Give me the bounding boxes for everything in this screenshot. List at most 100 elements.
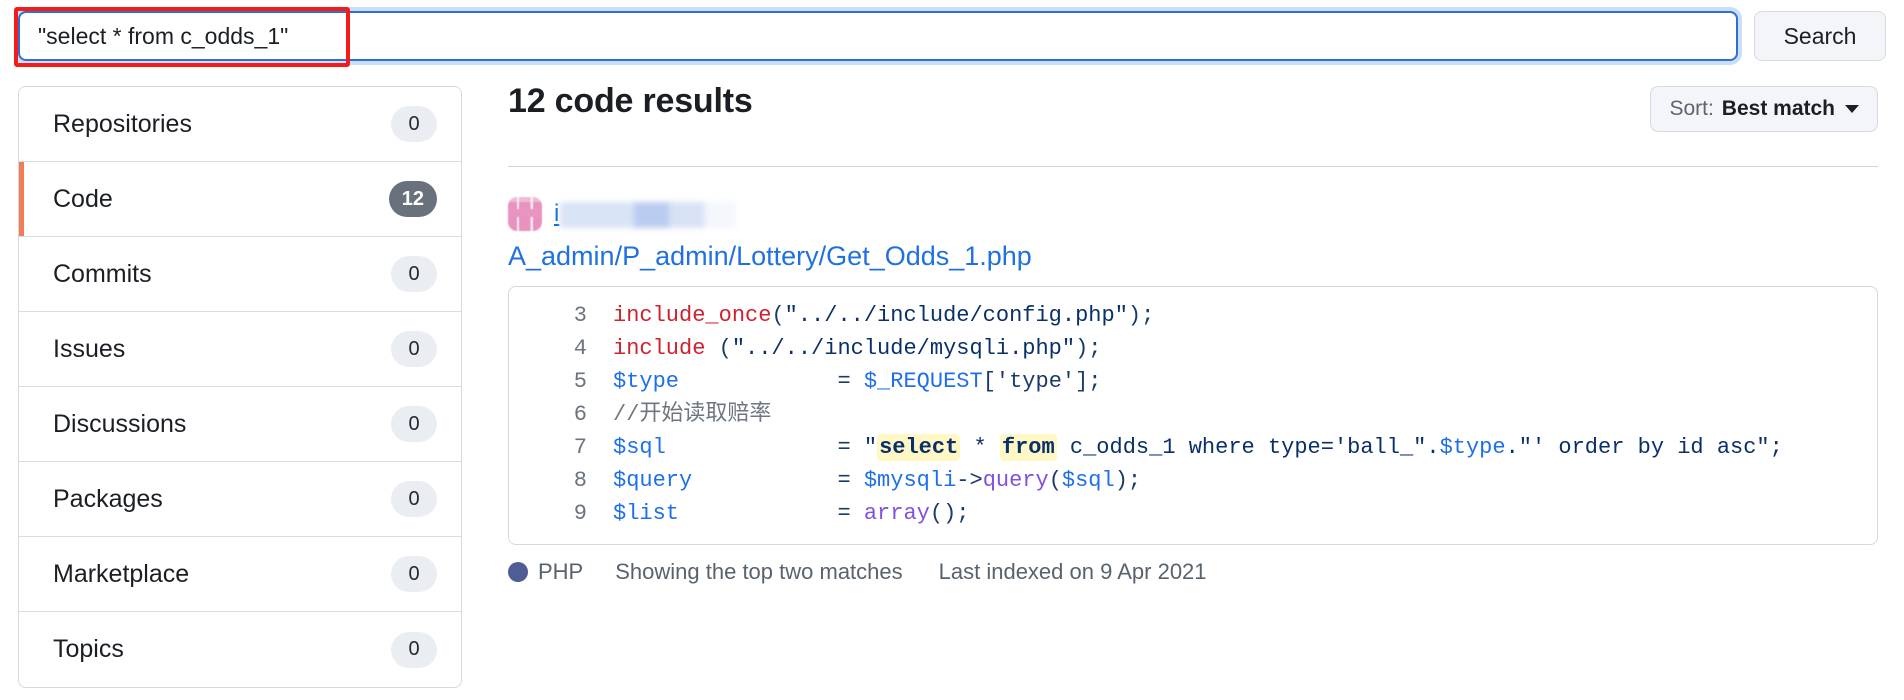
code-token: ();	[929, 501, 970, 526]
sort-label: Sort:	[1669, 97, 1714, 120]
search-filters-sidebar: Repositories 0 Code 12 Commits 0 Issues 0 Discus…	[18, 86, 462, 688]
search-button[interactable]: Search	[1754, 11, 1886, 61]
code-token: $query	[613, 468, 693, 493]
code-token: "../../include/mysqli.php"	[731, 336, 1076, 361]
sidebar-item-label: Repositories	[53, 109, 192, 138]
code-line-content: $query = $mysqli->query($sql);	[613, 464, 1859, 497]
sort-dropdown-button[interactable]: Sort: Best match	[1650, 86, 1878, 132]
code-line-content: include_once("../../include/config.php")…	[613, 299, 1859, 332]
code-line-content: //开始读取赔率	[613, 398, 1859, 431]
repository-line: i	[508, 193, 1878, 235]
showing-matches-text: Showing the top two matches	[615, 559, 903, 584]
header-divider	[508, 166, 1878, 167]
code-line-content: $type = $_REQUEST['type'];	[613, 365, 1859, 398]
sidebar-item-label: Issues	[53, 334, 126, 363]
code-token: "	[863, 435, 878, 460]
search-bar: Search	[0, 0, 1904, 72]
code-line-number: 7	[573, 435, 587, 460]
sidebar-item-count-badge: 0	[391, 631, 437, 668]
code-token: array	[863, 501, 930, 526]
code-line: 5 $type = $_REQUEST['type'];	[509, 365, 1877, 398]
language-color-dot-icon	[508, 562, 528, 582]
sidebar-item-marketplace[interactable]: Marketplace 0	[19, 537, 461, 612]
code-token: );	[1127, 303, 1155, 328]
code-token: $sql	[613, 435, 666, 460]
results-main: 12 code results Sort: Best match i A_admi…	[508, 72, 1878, 585]
search-match-highlight: select	[877, 434, 961, 461]
code-snippet-block: 3 include_once("../../include/config.php"…	[508, 286, 1878, 545]
code-token: ."' order by id asc";	[1505, 435, 1783, 460]
code-token: (	[1048, 468, 1062, 493]
code-line-number: 9	[573, 501, 587, 526]
code-line: 6 //开始读取赔率	[509, 398, 1877, 431]
sidebar-item-label: Marketplace	[53, 559, 190, 588]
search-match-highlight: from	[999, 434, 1057, 461]
search-input[interactable]	[18, 11, 1738, 61]
code-token: include	[613, 336, 706, 361]
code-token: //开始读取赔率	[613, 402, 772, 427]
file-path-link[interactable]: A_admin/P_admin/Lottery/Get_Odds_1.php	[508, 241, 1878, 272]
sidebar-item-code[interactable]: Code 12	[19, 162, 461, 237]
repository-name-link[interactable]: i	[554, 200, 737, 228]
sidebar-item-count-badge: 12	[388, 181, 437, 217]
code-line: 4 include ("../../include/mysqli.php");	[509, 332, 1877, 365]
code-token: =	[665, 435, 864, 460]
results-count-title: 12 code results	[508, 82, 753, 120]
code-token: $_REQUEST	[863, 369, 983, 394]
code-line: 9 $list = array();	[509, 497, 1877, 530]
last-indexed-text: Last indexed on 9 Apr 2021	[938, 559, 1207, 584]
code-line-number: 5	[573, 369, 587, 394]
code-token: );	[1114, 468, 1142, 493]
code-line-number: 3	[573, 303, 587, 328]
code-token: query	[982, 468, 1049, 493]
code-line-content: $list = array();	[613, 497, 1859, 530]
code-result-item: i A_admin/P_admin/Lottery/Get_Odds_1.php 3…	[508, 193, 1878, 585]
code-token: =	[679, 501, 864, 526]
sidebar-item-topics[interactable]: Topics 0	[19, 612, 461, 687]
avatar	[508, 197, 542, 231]
language-label: PHP	[538, 559, 584, 584]
code-token: $type	[1439, 435, 1506, 460]
repository-name-redacted-blur	[560, 201, 737, 228]
code-line-number: 4	[573, 336, 587, 361]
code-token: $list	[613, 501, 680, 526]
code-line-content: $sql = "select * from c_odds_1 where typ…	[613, 431, 1859, 464]
sidebar-item-commits[interactable]: Commits 0	[19, 237, 461, 312]
code-token: (	[771, 303, 785, 328]
code-token: $type	[613, 369, 680, 394]
sidebar-item-issues[interactable]: Issues 0	[19, 312, 461, 387]
sidebar-item-count-badge: 0	[391, 331, 437, 367]
sort-value: Best match	[1721, 97, 1835, 120]
chevron-down-icon	[1845, 105, 1859, 113]
code-token: $sql	[1061, 468, 1115, 493]
sidebar-item-count-badge: 0	[391, 481, 437, 517]
search-input-container	[14, 7, 1738, 67]
sidebar-item-label: Code	[53, 184, 113, 213]
sidebar-item-label: Topics	[53, 635, 124, 663]
sidebar-item-discussions[interactable]: Discussions 0	[19, 387, 461, 462]
code-token: (	[705, 336, 732, 361]
code-token: );	[1075, 336, 1102, 361]
code-line-number: 8	[573, 468, 587, 493]
sidebar-item-count-badge: 0	[391, 256, 437, 292]
code-token: *	[960, 435, 1000, 460]
code-token: =	[692, 468, 864, 493]
sidebar-item-count-badge: 0	[391, 406, 437, 442]
results-header: 12 code results Sort: Best match	[508, 82, 1878, 144]
code-token: $mysqli	[863, 468, 957, 493]
code-line-content: include ("../../include/mysqli.php");	[613, 332, 1859, 365]
result-metadata: PHP Showing the top two matches Last index…	[508, 559, 1878, 585]
code-token: c_odds_1 where type='ball_".	[1056, 435, 1440, 460]
sidebar-item-label: Packages	[53, 484, 163, 513]
sidebar-item-label: Discussions	[53, 409, 187, 438]
page-body: Repositories 0 Code 12 Commits 0 Issues 0 Discus…	[0, 72, 1904, 700]
code-line: 3 include_once("../../include/config.php"…	[509, 299, 1877, 332]
sidebar-item-count-badge: 0	[391, 556, 437, 592]
repository-name-visible-text: i	[554, 200, 560, 227]
search-results-page: Search Repositories0Code12Commits0Issues…	[0, 0, 1904, 700]
sidebar-item-packages[interactable]: Packages 0	[19, 462, 461, 537]
code-token: "../../include/config.php"	[784, 303, 1128, 328]
code-token: ->	[956, 468, 983, 493]
sidebar-item-repositories[interactable]: Repositories 0	[19, 87, 461, 162]
sidebar-item-count-badge: 0	[391, 106, 437, 142]
